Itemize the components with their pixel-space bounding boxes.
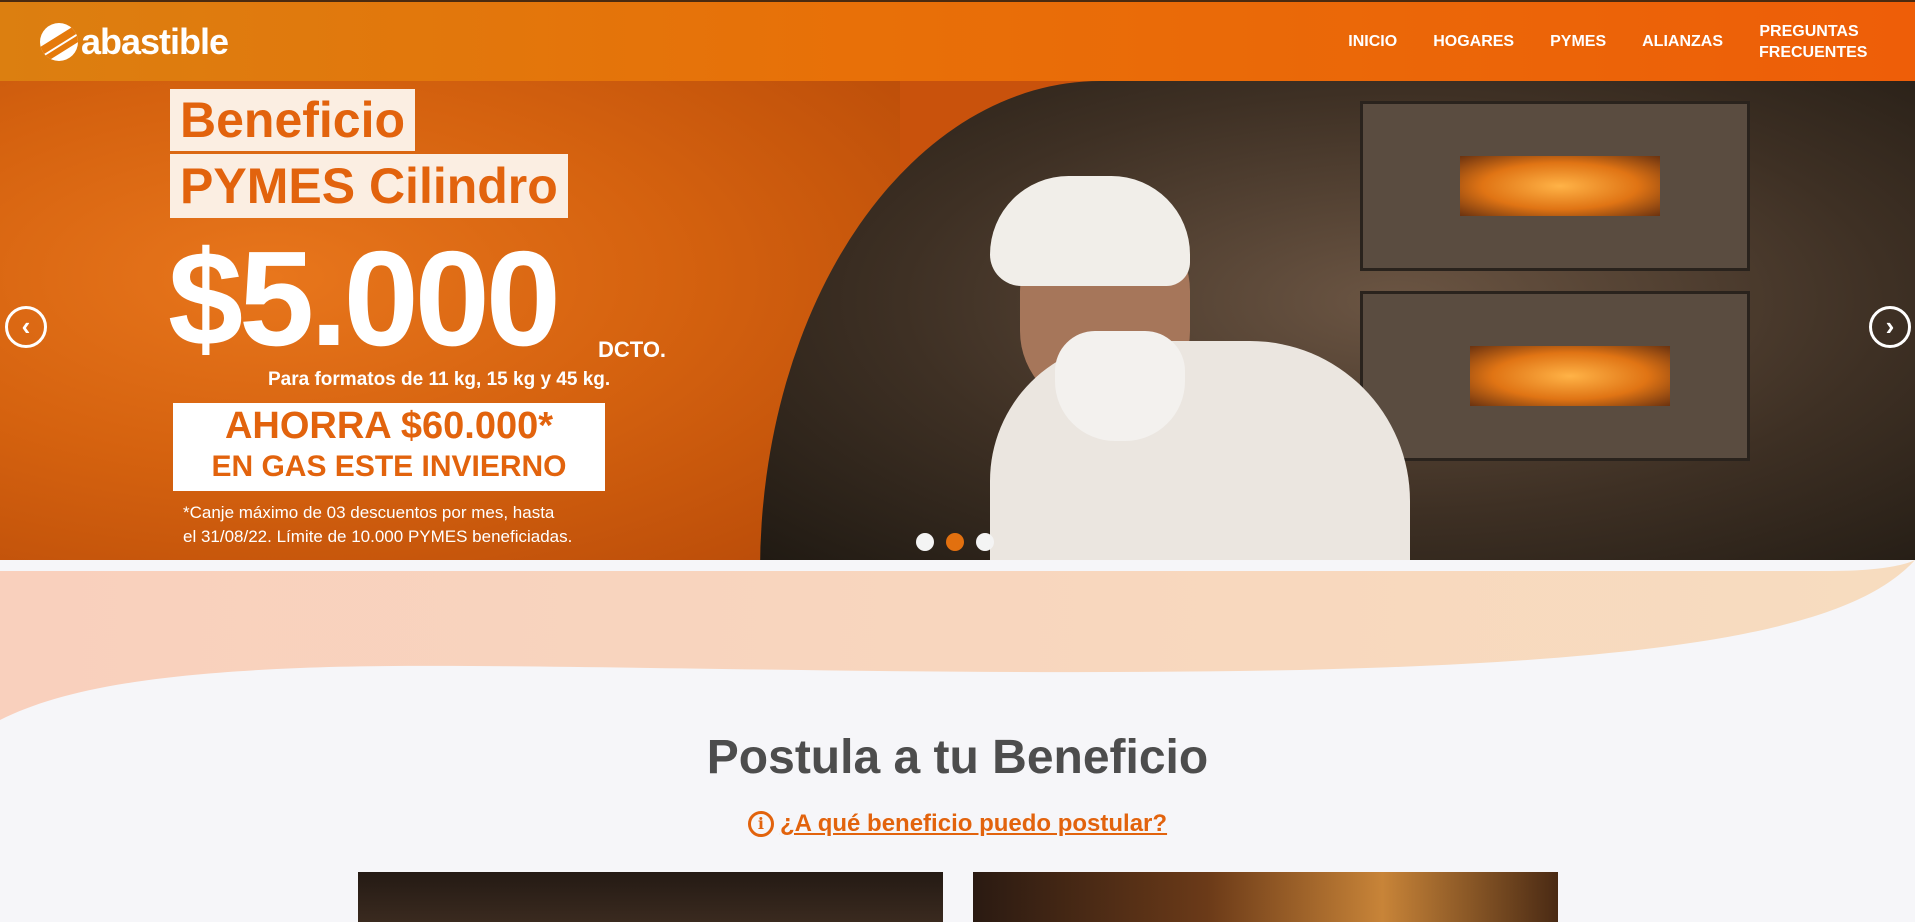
logo-text: abastible xyxy=(81,20,229,62)
chevron-right-icon: › xyxy=(1885,311,1895,341)
promo-disclaimer: *Canje máximo de 03 descuentos por mes, … xyxy=(183,501,653,549)
chevron-left-icon: ‹ xyxy=(21,311,31,341)
carousel-dot-2[interactable] xyxy=(946,533,964,551)
logo-mark-icon xyxy=(40,22,78,61)
promo-disclaimer-line2: el 31/08/22. Límite de 10.000 PYMES bene… xyxy=(183,527,573,546)
carousel-dot-3[interactable] xyxy=(976,533,994,551)
promo-title-line1: Beneficio xyxy=(170,89,416,151)
nav-hogares[interactable]: HOGARES xyxy=(1433,31,1514,52)
promo-savings-line2: EN GAS ESTE INVIERNO xyxy=(211,450,567,483)
nav-faq-line2: FRECUENTES xyxy=(1759,43,1868,61)
promo-title-line2: PYMES Cilindro xyxy=(170,154,568,218)
carousel-next-button[interactable]: › xyxy=(1869,306,1911,348)
benefit-help-link[interactable]: i ¿A qué beneficio puedo postular? xyxy=(0,810,1915,838)
promo-price-suffix: DCTO. xyxy=(598,337,667,362)
hero-carousel: Beneficio PYMES Cilindro $5.000 DCTO. Pa… xyxy=(0,81,1915,571)
chef-mask xyxy=(1055,331,1185,441)
promo-formats: Para formatos de 11 kg, 15 kg y 45 kg. xyxy=(268,369,611,390)
carousel-dot-1[interactable] xyxy=(916,533,934,551)
benefit-card-2[interactable] xyxy=(973,872,1558,922)
info-icon: i xyxy=(747,811,774,837)
nav-faq-line1: PREGUNTAS xyxy=(1759,22,1859,40)
promo-disclaimer-line1: *Canje máximo de 03 descuentos por mes, … xyxy=(183,503,555,522)
promo-savings-box: AHORRA $60.000* EN GAS ESTE INVIERNO xyxy=(173,403,605,491)
section-title: Postula a tu Beneficio xyxy=(706,731,1209,784)
nav-preguntas-frecuentes[interactable]: PREGUNTAS FRECUENTES xyxy=(1759,21,1867,63)
nav-alianzas[interactable]: ALIANZAS xyxy=(1642,31,1723,52)
oven-upper-glow xyxy=(1460,156,1660,216)
chef-body xyxy=(990,341,1410,571)
chef-cap xyxy=(990,176,1190,286)
benefit-card-1[interactable] xyxy=(358,872,943,922)
promo-savings-line1: AHORRA $60.000* xyxy=(224,405,554,447)
nav-inicio[interactable]: INICIO xyxy=(1348,31,1397,52)
decorative-wave xyxy=(0,560,1915,730)
help-link-label: ¿A qué beneficio puedo postular? xyxy=(779,810,1168,837)
site-header: abastible INICIO HOGARES PYMES ALIANZAS … xyxy=(0,0,1915,81)
abastible-logo[interactable]: abastible xyxy=(40,20,229,62)
oven-lower-glow xyxy=(1470,346,1670,406)
carousel-indicators xyxy=(916,533,1006,551)
carousel-prev-button[interactable]: ‹ xyxy=(5,306,47,348)
main-nav: INICIO HOGARES PYMES ALIANZAS PREGUNTAS … xyxy=(1312,21,1867,63)
nav-pymes[interactable]: PYMES xyxy=(1550,31,1606,52)
promo-price: $5.000 xyxy=(168,223,561,374)
